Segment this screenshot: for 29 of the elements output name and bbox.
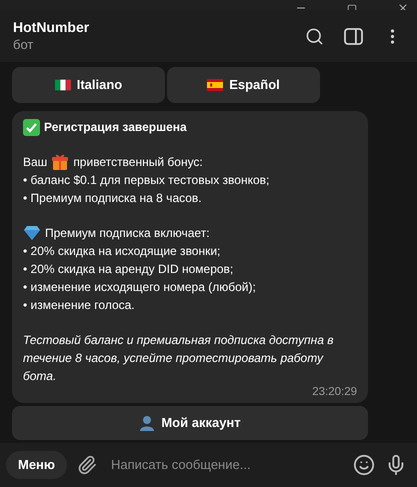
message-text: • 20% скидка на исходящие звонки; <box>23 243 220 260</box>
person-icon <box>139 415 156 431</box>
flag-icon <box>54 79 71 91</box>
message-text: • 20% скидка на аренду DID номеров; <box>23 261 234 278</box>
message-field[interactable]: Написать сообщение... <box>111 455 343 475</box>
chat-subtitle: бот <box>13 36 34 54</box>
keyboard-button[interactable]: Español <box>167 67 320 103</box>
menu-button[interactable]: Меню <box>6 451 68 479</box>
message-heading: Регистрация завершена <box>44 119 187 136</box>
message-text: • изменение голоса. <box>23 297 135 314</box>
keyboard-button[interactable]: Italiano <box>12 67 165 103</box>
diamond-icon <box>23 225 41 241</box>
chat-title: HotNumber <box>13 18 90 36</box>
account-button[interactable]: Мой аккаунт <box>12 406 368 440</box>
message-text: Премиум подписка включает: <box>45 225 210 242</box>
message-text: • баланс $0.1 для первых тестовых звонков; <box>23 172 270 189</box>
search-icon[interactable] <box>305 26 324 46</box>
message-text: • изменение исходящего номера (любой); <box>23 279 256 296</box>
check-icon <box>23 118 40 136</box>
message-text: • Премиум подписка на 8 часов. <box>23 190 202 207</box>
emoji-icon[interactable] <box>353 454 375 476</box>
sidebar-toggle-icon[interactable] <box>344 28 363 44</box>
message-text: Ваш <box>23 154 48 171</box>
message-text: приветственный бонус: <box>73 154 203 171</box>
gift-icon <box>51 153 70 171</box>
message-note: Тестовый баланс и премиальная подписка доступна в течение 8 часов, успейте протестировать работу бота. <box>23 332 335 385</box>
attach-icon[interactable] <box>77 455 98 475</box>
message-time: 23:20:29 <box>312 385 357 399</box>
flag-icon <box>207 79 224 91</box>
